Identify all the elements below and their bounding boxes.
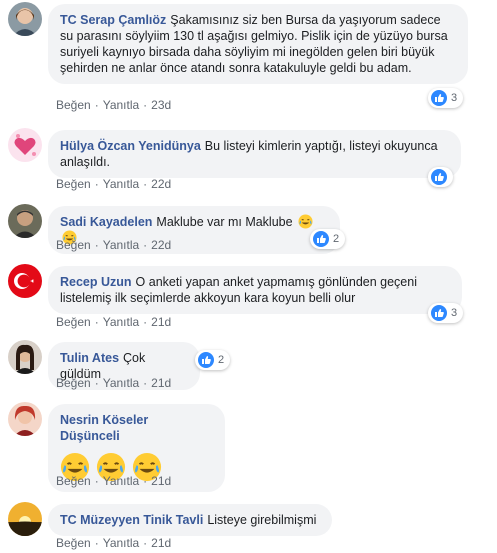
avatar[interactable] xyxy=(8,340,42,374)
comment-author[interactable]: Tulin Ates xyxy=(60,351,119,365)
avatar[interactable] xyxy=(8,2,42,36)
separator: · xyxy=(143,98,148,112)
like-reaction-icon xyxy=(431,305,447,321)
comment-author[interactable]: TC Serap Çamlıöz xyxy=(60,13,166,27)
comment-author[interactable]: Recep Uzun xyxy=(60,275,132,289)
like-button[interactable]: Beğen xyxy=(56,315,91,329)
comment-bubble: Recep Uzun O anketi yapan anket yapmamış … xyxy=(48,266,462,314)
reaction-number: 2 xyxy=(218,354,225,366)
avatar[interactable] xyxy=(8,502,42,536)
separator: · xyxy=(143,536,148,550)
separator: · xyxy=(143,177,148,191)
comment-author[interactable]: Hülya Özcan Yenidünya xyxy=(60,139,201,153)
comment-timestamp[interactable]: 22d xyxy=(151,177,171,191)
avatar[interactable] xyxy=(8,402,42,436)
comment-text: Listeye girebilmişmi xyxy=(207,513,317,527)
comment-bubble: TC Müzeyyen Tinik Tavli Listeye girebilmi… xyxy=(48,504,332,536)
separator: · xyxy=(143,315,148,329)
comment-timestamp[interactable]: 22d xyxy=(151,238,171,252)
reaction-count[interactable]: 3 xyxy=(428,88,464,108)
reaction-number: 3 xyxy=(451,307,458,319)
comment-timestamp[interactable]: 21d xyxy=(151,536,171,550)
comment-bubble: Hülya Özcan Yenidünya Bu listeyi kimlerin… xyxy=(48,130,461,178)
like-reaction-icon xyxy=(313,231,329,247)
like-button[interactable]: Beğen xyxy=(56,238,91,252)
comment-timestamp[interactable]: 21d xyxy=(151,474,171,488)
like-button[interactable]: Beğen xyxy=(56,376,91,390)
comment-timestamp[interactable]: 21d xyxy=(151,376,171,390)
comment-timestamp[interactable]: 21d xyxy=(151,315,171,329)
comment-author[interactable]: TC Müzeyyen Tinik Tavli xyxy=(60,513,203,527)
reaction-count[interactable]: 2 xyxy=(195,350,231,370)
comment-text: Maklube var mı Maklube xyxy=(156,215,293,229)
like-button[interactable]: Beğen xyxy=(56,98,91,112)
avatar[interactable] xyxy=(8,264,42,298)
separator: · xyxy=(143,238,148,252)
reply-button[interactable]: Yanıtla xyxy=(103,315,139,329)
separator: · xyxy=(94,177,99,191)
comment-actions: Beğen · Yanıtla · 21d xyxy=(56,474,171,488)
reply-button[interactable]: Yanıtla xyxy=(103,177,139,191)
comment-actions: Beğen · Yanıtla · 22d xyxy=(56,238,171,252)
separator: · xyxy=(143,474,148,488)
reply-button[interactable]: Yanıtla xyxy=(103,376,139,390)
like-reaction-icon xyxy=(431,169,447,185)
comment-actions: Beğen · Yanıtla · 21d xyxy=(56,536,171,550)
separator: · xyxy=(94,474,99,488)
reply-button[interactable]: Yanıtla xyxy=(103,536,139,550)
reaction-count[interactable]: 2 xyxy=(310,229,346,249)
reaction-count[interactable]: 3 xyxy=(428,303,464,323)
reply-button[interactable]: Yanıtla xyxy=(103,98,139,112)
separator: · xyxy=(94,376,99,390)
like-reaction-icon xyxy=(198,352,214,368)
comment-actions: Beğen · Yanıtla · 21d xyxy=(56,315,171,329)
comment-actions: Beğen · Yanıtla · 22d xyxy=(56,177,171,191)
reaction-badge[interactable] xyxy=(428,167,453,187)
comment-actions: Beğen · Yanıtla · 21d xyxy=(56,376,171,390)
avatar[interactable] xyxy=(8,204,42,238)
like-reaction-icon xyxy=(431,90,447,106)
avatar[interactable] xyxy=(8,128,42,162)
like-button[interactable]: Beğen xyxy=(56,177,91,191)
comment-actions: Beğen · Yanıtla · 23d xyxy=(56,98,171,112)
reaction-number: 2 xyxy=(333,233,340,245)
separator: · xyxy=(94,238,99,252)
reply-button[interactable]: Yanıtla xyxy=(103,238,139,252)
comment-author[interactable]: Nesrin Köseler Düşünceli xyxy=(60,413,148,443)
separator: · xyxy=(94,315,99,329)
like-button[interactable]: Beğen xyxy=(56,474,91,488)
like-button[interactable]: Beğen xyxy=(56,536,91,550)
separator: · xyxy=(94,536,99,550)
comment-bubble: TC Serap Çamlıöz Şakamısınız siz ben Burs… xyxy=(48,4,468,84)
reaction-number: 3 xyxy=(451,92,458,104)
separator: · xyxy=(143,376,148,390)
comment-author[interactable]: Sadi Kayadelen xyxy=(60,215,152,229)
tears-of-joy-icon xyxy=(298,214,313,229)
reply-button[interactable]: Yanıtla xyxy=(103,474,139,488)
comment-timestamp[interactable]: 23d xyxy=(151,98,171,112)
separator: · xyxy=(94,98,99,112)
